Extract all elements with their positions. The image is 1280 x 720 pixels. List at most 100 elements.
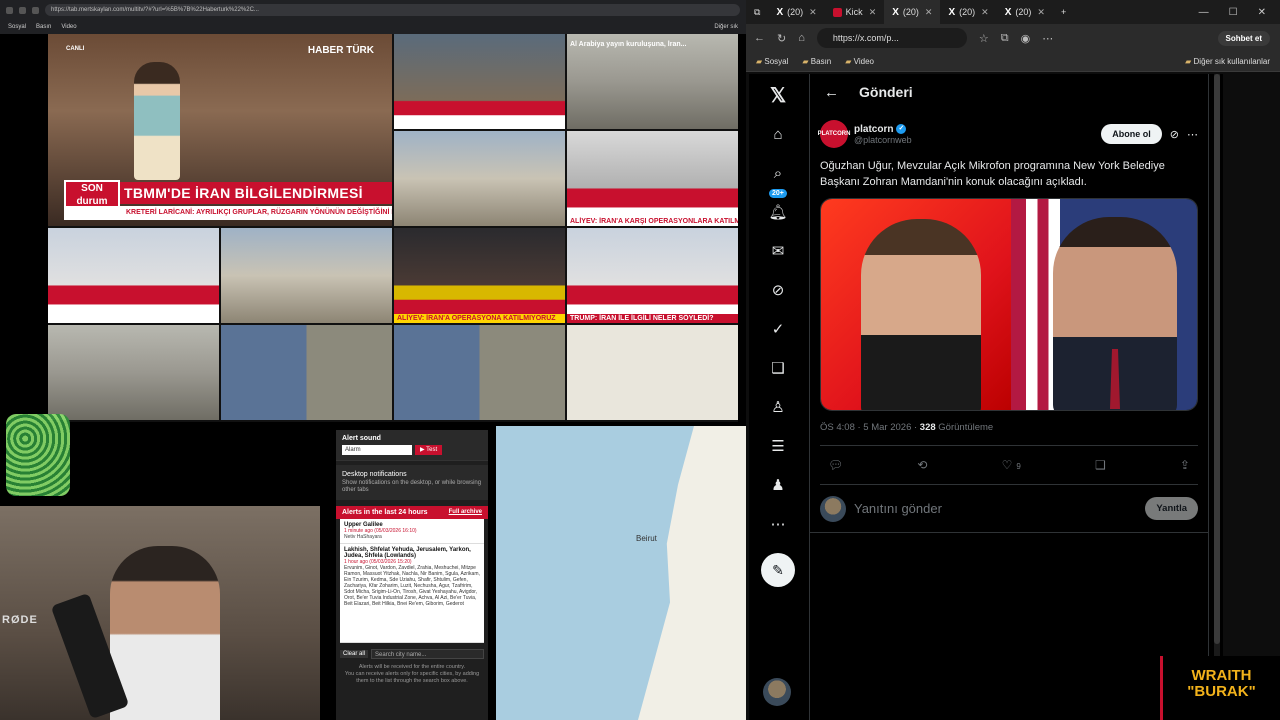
x-app: 𝕏 ⌂ ⌕ 🔔︎ 20+ ✉ ⊘ ✓ ❑ ♙ ☰ ♟ ⋯ ✎ ← Gönderi … [749,74,1223,720]
main-news-tile[interactable]: CANLI HABER TÜRK TBMM'DE İRAN BİLGİLENDİ… [48,34,392,226]
profile-person-icon[interactable]: ♟ [765,472,791,498]
tab-x-active[interactable]: X (20) ✕ [884,0,941,24]
news-tile-skyline[interactable] [221,228,392,323]
post-actions: 💬︎ ⟲ ♡ 9 ❑ ⇪ [820,446,1198,485]
desktop-notifications-section[interactable]: Desktop notifications Show notifications… [336,465,488,500]
extensions-icon[interactable]: ⧉ [1001,32,1009,45]
city-search-input[interactable]: Search city name... [371,649,484,659]
follow-button[interactable]: Abone ol [1101,124,1162,144]
like-button[interactable]: ♡ 9 [1002,458,1021,472]
grok-icon[interactable]: ⊘ [765,277,791,303]
more-circle-icon[interactable]: ⋯ [765,511,791,537]
reload-icon[interactable] [32,6,39,14]
map-tile[interactable] [567,325,738,420]
close-icon[interactable]: ✕ [869,7,877,18]
news-tile-kremlin[interactable]: KREMLIN SAYS RUSSIA HAS NOT RECEIVED REQ… [48,228,219,323]
verified-badge-icon: ✓ [896,124,907,134]
reply-button[interactable]: Yanıtla [1145,497,1198,520]
messages-mail-icon[interactable]: ✉ [765,238,791,264]
x-logo-icon[interactable]: 𝕏 [765,82,791,108]
explore-search-icon[interactable]: ⌕ [765,160,791,186]
alert-item[interactable]: Upper Galilee 1 minute ago (05/03/2026 1… [340,519,484,544]
cam-tile-3[interactable] [394,325,565,420]
tab-x-3[interactable]: X (20) ✕ [940,0,996,24]
bookmark-icon[interactable]: ❑ [1095,458,1106,472]
news-tile-kurt[interactable]: IRAK'TAKİ KÜRT GRUPLARA SİLAH İDDİASI [394,34,565,129]
tab-kick[interactable]: Kick ✕ [825,0,885,24]
bookmark-other-favorites[interactable]: ▰ Diğer sık kullanılanlar [1185,57,1270,66]
scrollbar[interactable] [1214,74,1220,720]
bookmark-video[interactable]: ▰ Video [845,57,874,66]
back-arrow-icon[interactable]: ← [824,84,839,101]
close-window-icon[interactable]: ✕ [1258,7,1266,18]
bookmark-basin[interactable]: ▰ Basın [802,57,831,66]
clear-all-button[interactable]: Clear all [340,650,369,658]
reply-input[interactable]: Yanıtını gönder [854,501,1145,516]
minimize-icon[interactable]: — [1199,7,1209,18]
tab-label: (20) [902,7,919,17]
post-timestamp[interactable]: ÖS 4:08 · 5 Mar 2026 · [820,422,920,433]
alert-search-row: Clear all Search city name... [340,649,484,659]
bookmark-label: Video [853,57,874,66]
forward-icon[interactable] [19,6,26,14]
author-name[interactable]: platcorn [854,124,893,135]
close-icon[interactable]: ✕ [981,7,989,18]
account-avatar[interactable] [763,678,791,706]
bookmark-sosyal[interactable]: ▰ Sosyal [756,57,788,66]
left-bookmark-sosyal[interactable]: Sosyal [8,24,26,30]
copilot-chat-button[interactable]: Sohbet et [1217,30,1270,46]
tab-x-4[interactable]: X (20) ✕ [997,0,1053,24]
more-options-icon[interactable]: ⋯ [1187,128,1198,141]
profile-icon[interactable]: ◉ [1021,32,1031,45]
edge-address-bar[interactable]: https://x.com/p... [816,28,967,48]
repost-icon[interactable]: ⟲ [917,458,927,472]
tab-x-1[interactable]: X (20) ✕ [768,0,824,24]
post-image[interactable] [820,198,1198,411]
home-icon[interactable]: ⌂ [798,32,805,44]
bookmarks-icon[interactable]: ❑ [765,355,791,381]
premium-check-icon[interactable]: ✓ [765,316,791,342]
tab-actions-icon[interactable]: ⧉ [746,0,768,24]
scrollbar-thumb[interactable] [1214,74,1220,644]
edge-bookmarks-bar: ▰ Sosyal ▰ Basın ▰ Video ▰ Diğer sık kul… [746,52,1280,72]
close-icon[interactable]: ✕ [925,7,933,18]
news-tile-trump[interactable]: TRUMP: İRAN İLE İLGİLİ NELER SÖYLEDİ? [567,228,738,323]
back-icon[interactable] [6,6,13,14]
alert-sound-select[interactable]: Alarm [342,445,412,455]
close-icon[interactable]: ✕ [809,7,817,18]
cam-tile-1[interactable] [48,325,219,420]
alert-map[interactable]: Beirut [496,426,746,720]
author-avatar[interactable]: PLATCORN [818,120,850,148]
maximize-icon[interactable]: ☐ [1229,7,1238,18]
left-bookmark-basin[interactable]: Basın [36,24,51,30]
grok-explain-icon[interactable]: ⊘ [1170,128,1179,141]
news-tile-telaviv[interactable] [394,131,565,226]
notifications-bell-icon[interactable]: 🔔︎ 20+ [765,189,791,225]
alert-item[interactable]: Lakhish, Shfelat Yehuda, Jerusalem, Yark… [340,544,484,643]
close-icon[interactable]: ✕ [1037,7,1045,18]
reply-icon[interactable]: 💬︎ [828,458,843,472]
jobs-icon[interactable]: ♙ [765,394,791,420]
share-icon[interactable]: ⇪ [1180,458,1190,472]
full-archive-link[interactable]: Full archive [449,509,482,516]
alert-sound-checkbox[interactable]: Alert sound [342,435,482,442]
compose-post-button[interactable]: ✎ [761,553,795,587]
cam-tile-2[interactable] [221,325,392,420]
news-tile-aliyev[interactable]: ALİYEV: İRAN'A KARŞI OPERASYONLARA KATIL… [567,131,738,226]
new-tab-icon[interactable]: + [1053,0,1074,24]
author-handle[interactable]: @platcornweb [854,135,912,145]
more-menu-icon[interactable]: ⋯ [1042,32,1053,45]
left-address-bar[interactable]: https://tab.mertskaylan.com/multitv/?#?u… [45,4,740,16]
webcam-feed: RØDE [0,506,320,720]
left-bookmark-other[interactable]: Diğer sık [714,24,738,30]
lists-icon[interactable]: ☰ [765,433,791,459]
news-tile-aliyev-2[interactable]: ALİYEV: İRAN'A OPERASYONA KATILMIYORUZ [394,228,565,323]
refresh-icon[interactable]: ↻ [777,32,786,45]
back-icon[interactable]: ← [754,32,765,44]
test-button[interactable]: ▶ Test [415,445,443,455]
favorite-star-icon[interactable]: ☆ [979,32,989,45]
alert-footer-line-2: You can receive alerts only for specific… [344,671,480,684]
home-icon[interactable]: ⌂ [765,121,791,147]
news-tile-arabiya[interactable]: Al Arabiya yayın kuruluşuna, İran... [567,34,738,129]
left-bookmark-video[interactable]: Video [61,24,76,30]
